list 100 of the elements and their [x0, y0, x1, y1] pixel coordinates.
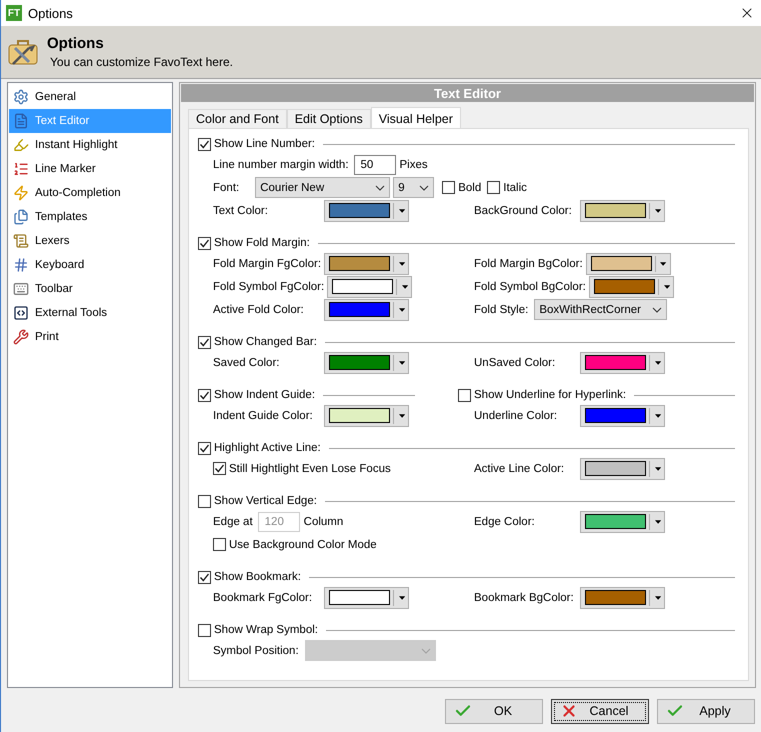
field-label: Underline Color:	[474, 410, 558, 422]
sidebar-item[interactable]: Line Marker	[9, 157, 171, 181]
chevron-icon	[419, 184, 430, 190]
scroll-icon	[13, 233, 29, 249]
field-label: Active Fold Color:	[213, 304, 305, 316]
color-picker[interactable]	[580, 510, 665, 532]
sidebar-item[interactable]: External Tools	[9, 301, 171, 325]
field-label: Font:	[213, 182, 240, 194]
color-picker[interactable]	[324, 252, 410, 274]
caret-icon	[664, 284, 670, 288]
color-picker[interactable]	[580, 200, 665, 222]
caret-icon	[398, 360, 405, 364]
checkbox-label: Show Fold Margin:	[214, 237, 310, 249]
field-label: Bookmark FgColor:	[213, 592, 314, 604]
checkbox-label: Use Background Color Mode	[229, 538, 377, 550]
checkbox[interactable]	[213, 462, 226, 475]
field-label: Fold Style:	[474, 304, 528, 316]
checkbox-label: Show Bookmark:	[214, 571, 301, 583]
checkbox[interactable]	[458, 388, 471, 402]
sidebar-item[interactable]: Instant Highlight	[9, 133, 171, 157]
caret-icon	[654, 520, 661, 524]
checkbox[interactable]	[198, 442, 211, 454]
checkbox[interactable]	[198, 236, 211, 250]
checkbox-label: Show Changed Bar:	[214, 336, 317, 348]
checkbox[interactable]	[198, 494, 211, 508]
field-label: Line number margin width:	[213, 158, 349, 170]
tab[interactable]: Visual Helper	[370, 107, 461, 129]
document-icon	[13, 113, 29, 129]
panel-title: Text Editor	[181, 84, 754, 102]
app-icon: FT	[6, 5, 22, 21]
dialog-button[interactable]: Cancel	[551, 698, 649, 724]
checkbox[interactable]	[487, 181, 500, 194]
chevron-icon	[375, 184, 386, 190]
sidebar-item[interactable]: Templates	[9, 205, 171, 229]
field-label: Symbol Position:	[213, 644, 299, 656]
field-label: Fold Symbol BgColor:	[474, 280, 587, 292]
field-label: Indent Guide Color:	[213, 410, 314, 422]
checkbox-label: Italic	[503, 182, 527, 194]
color-picker[interactable]	[580, 458, 665, 480]
color-picker[interactable]	[324, 298, 409, 320]
color-picker[interactable]	[580, 404, 665, 426]
checkbox[interactable]	[213, 538, 226, 551]
sidebar-item[interactable]: Auto-Completion	[9, 181, 171, 205]
caret-icon	[660, 262, 667, 266]
checkbox-label: Highlight Active Line:	[214, 442, 321, 454]
dialog-button[interactable]: Apply	[657, 698, 755, 724]
checkbox[interactable]	[198, 624, 211, 636]
checkbox[interactable]	[442, 181, 456, 194]
color-picker[interactable]	[327, 276, 412, 298]
color-picker[interactable]	[588, 276, 674, 298]
checkbox[interactable]	[198, 388, 211, 402]
caret-icon	[398, 262, 406, 266]
list-icon	[13, 161, 29, 177]
number-field[interactable]: 50	[354, 154, 396, 174]
header-title: Options	[47, 35, 105, 52]
color-picker[interactable]	[324, 586, 409, 608]
checkbox[interactable]	[198, 570, 211, 584]
checkbox[interactable]	[198, 138, 211, 150]
font-dropdown[interactable]: Courier New	[255, 177, 390, 198]
caret-icon	[654, 466, 661, 470]
color-picker[interactable]	[324, 404, 409, 426]
caret-icon	[654, 208, 661, 212]
field-label: Saved Color:	[213, 356, 280, 368]
caret-icon	[654, 596, 661, 600]
caret-icon	[398, 596, 405, 600]
unit-label: Column	[304, 516, 344, 528]
field-label: Fold Symbol FgColor:	[213, 280, 326, 292]
sidebar-item[interactable]: Print	[9, 325, 171, 349]
color-picker[interactable]	[586, 252, 671, 274]
tab[interactable]: Color and Font	[188, 109, 287, 128]
size-dropdown[interactable]: 9	[393, 177, 434, 198]
checkbox-label: Show Underline for Hyperlink:	[474, 389, 626, 401]
sidebar-item[interactable]: Keyboard	[9, 253, 171, 277]
hash-icon	[13, 257, 29, 273]
caret-icon	[398, 208, 405, 212]
sidebar-item[interactable]: Toolbar	[9, 277, 171, 301]
field-label: Active Line Color:	[474, 462, 566, 474]
dialog-button[interactable]: OK	[445, 698, 543, 724]
field-label: Edge at	[213, 516, 253, 528]
style-dropdown[interactable]: BoxWithRectCorner	[534, 299, 668, 320]
chevron-icon	[652, 306, 662, 312]
color-picker[interactable]	[580, 586, 665, 608]
header-subtitle: You can customize FavoText here.	[50, 55, 233, 69]
tab[interactable]: Edit Options	[286, 109, 371, 128]
checkbox-label: Show Line Number:	[214, 138, 315, 150]
sidebar-item[interactable]: Lexers	[9, 229, 171, 253]
gear-icon	[13, 89, 29, 105]
color-picker[interactable]	[324, 352, 409, 374]
keyboard-icon	[13, 281, 29, 297]
color-picker[interactable]	[580, 352, 665, 374]
chevron-icon	[420, 648, 431, 654]
unit-label: Pixes	[400, 158, 428, 170]
sidebar-item[interactable]: General	[9, 85, 171, 109]
checkbox-label: Bold	[458, 182, 482, 194]
color-picker[interactable]	[324, 200, 409, 222]
wrench-icon	[13, 329, 29, 345]
field-label: Edge Color:	[474, 516, 536, 528]
caret-icon	[654, 360, 661, 364]
field-label: Bookmark BgColor:	[474, 592, 575, 604]
checkbox[interactable]	[198, 336, 211, 348]
